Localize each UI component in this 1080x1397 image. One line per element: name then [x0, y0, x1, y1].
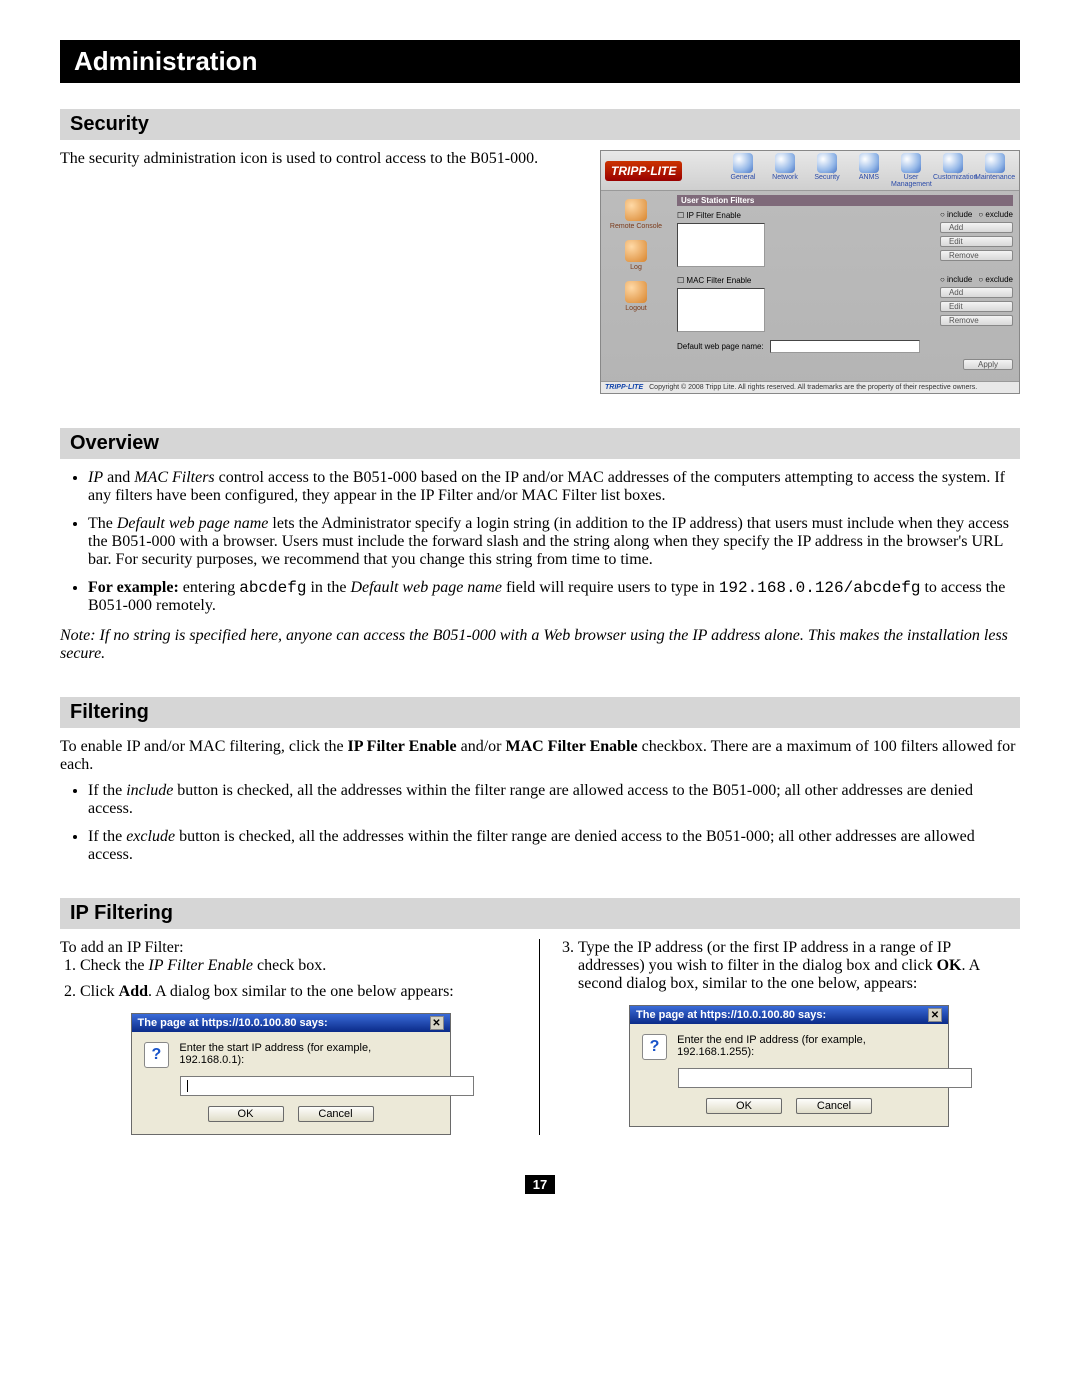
ipfilter-step-3: Type the IP address (or the first IP add… — [578, 939, 1020, 993]
security-row: The security administration icon is used… — [60, 150, 1020, 394]
dialog-end-ip: The page at https://10.0.100.80 says: ✕ … — [629, 1005, 949, 1127]
app-topnav: General Network Security ANMS User Manag… — [723, 153, 1015, 188]
ipfilter-step-2: Click Add. A dialog box similar to the o… — [80, 983, 521, 1001]
filtering-bullet-include: If the include button is checked, all th… — [88, 782, 1020, 818]
app-main: User Station Filters ☐ IP Filter Enable … — [671, 191, 1019, 381]
heading-security: Security — [60, 109, 1020, 140]
mac-filter-block: ☐ MAC Filter Enable ○ include ○ exclude … — [677, 275, 1013, 332]
side-log[interactable]: Log — [603, 240, 669, 271]
admin-screenshot: TRIPP·LITE General Network Security ANMS… — [600, 150, 1020, 394]
mac-include-radio[interactable]: ○ include — [940, 275, 972, 284]
apply-button[interactable]: Apply — [963, 359, 1013, 370]
mac-remove-button[interactable]: Remove — [940, 315, 1013, 326]
mac-add-button[interactable]: Add — [940, 287, 1013, 298]
overview-bullet-1: IP and MAC Filters control access to the… — [88, 469, 1020, 505]
filtering-bullet-exclude: If the exclude button is checked, all th… — [88, 828, 1020, 864]
security-intro-text: The security administration icon is used… — [60, 150, 580, 168]
heading-ip-filtering: IP Filtering — [60, 898, 1020, 929]
filtering-intro: To enable IP and/or MAC filtering, click… — [60, 738, 1020, 774]
dialog-ok-button[interactable]: OK — [208, 1106, 284, 1122]
mac-edit-button[interactable]: Edit — [940, 301, 1013, 312]
dialog-cancel-button[interactable]: Cancel — [298, 1106, 374, 1122]
dialog-close-button[interactable]: ✕ — [430, 1016, 444, 1030]
mac-filter-enable[interactable]: ☐ MAC Filter Enable — [677, 276, 751, 285]
app-sidebar: Remote Console Log Logout — [601, 191, 671, 381]
ip-filter-listbox[interactable] — [677, 223, 765, 267]
app-body: Remote Console Log Logout User Station F… — [601, 191, 1019, 381]
footer-text: Copyright © 2008 Tripp Lite. All rights … — [649, 384, 977, 391]
logout-icon — [625, 281, 647, 303]
nav-security-icon — [817, 153, 837, 173]
overview-bullet-2: The Default web page name lets the Admin… — [88, 515, 1020, 569]
nav-custom[interactable]: Customization — [933, 153, 973, 188]
heading-overview: Overview — [60, 428, 1020, 459]
dialog2-titlebar: The page at https://10.0.100.80 says: ✕ — [630, 1006, 948, 1024]
dialog2-title-text: The page at https://10.0.100.80 says: — [636, 1009, 826, 1021]
dialog-input-end[interactable] — [678, 1068, 972, 1088]
ip-filtering-columns: To add an IP Filter: Check the IP Filter… — [60, 939, 1020, 1135]
ip-filtering-right: Type the IP address (or the first IP add… — [540, 939, 1020, 1135]
nav-custom-icon — [943, 153, 963, 173]
ip-include-radio[interactable]: ○ include — [940, 210, 972, 219]
footer-brand: TRIPP·LITE — [605, 384, 643, 391]
ip-remove-button[interactable]: Remove — [940, 250, 1013, 261]
question-icon: ? — [642, 1034, 667, 1060]
dialog2-ok-button[interactable]: OK — [706, 1098, 782, 1114]
nav-maint-icon — [985, 153, 1005, 173]
ip-edit-button[interactable]: Edit — [940, 236, 1013, 247]
dialog2-cancel-button[interactable]: Cancel — [796, 1098, 872, 1114]
overview-note: Note: If no string is specified here, an… — [60, 627, 1020, 663]
dialog-title-text: The page at https://10.0.100.80 says: — [138, 1017, 328, 1029]
side-logout[interactable]: Logout — [603, 281, 669, 312]
overview-section: IP and MAC Filters control access to the… — [60, 469, 1020, 663]
heading-filtering: Filtering — [60, 697, 1020, 728]
security-intro: The security administration icon is used… — [60, 150, 580, 172]
app-footer: TRIPP·LITE Copyright © 2008 Tripp Lite. … — [601, 381, 1019, 393]
nav-anms[interactable]: ANMS — [849, 153, 889, 188]
ip-filter-enable[interactable]: ☐ IP Filter Enable — [677, 211, 741, 220]
panel-title: User Station Filters — [677, 195, 1013, 206]
side-remote-console[interactable]: Remote Console — [603, 199, 669, 230]
ip-filter-block: ☐ IP Filter Enable ○ include ○ exclude A… — [677, 210, 1013, 267]
dialog-start-ip: The page at https://10.0.100.80 says: ✕ … — [131, 1013, 451, 1135]
app-topbar: TRIPP·LITE General Network Security ANMS… — [601, 151, 1019, 191]
filtering-section: To enable IP and/or MAC filtering, click… — [60, 738, 1020, 864]
dialog-prompt-start: Enter the start IP address (for example,… — [179, 1042, 437, 1066]
dialog-input-start[interactable] — [180, 1076, 474, 1096]
ipfilter-step-1: Check the IP Filter Enable check box. — [80, 957, 521, 975]
mac-exclude-radio[interactable]: ○ exclude — [978, 275, 1013, 284]
nav-network-icon — [775, 153, 795, 173]
page-title: Administration — [74, 46, 257, 76]
ip-exclude-radio[interactable]: ○ exclude — [978, 210, 1013, 219]
default-page-row: Default web page name: — [677, 340, 1013, 353]
brand-logo: TRIPP·LITE — [605, 161, 682, 181]
overview-bullet-3: For example: entering abcdefg in the Def… — [88, 579, 1020, 615]
page-title-bar: Administration — [60, 40, 1020, 83]
nav-anms-icon — [859, 153, 879, 173]
nav-network[interactable]: Network — [765, 153, 805, 188]
ip-filtering-left: To add an IP Filter: Check the IP Filter… — [60, 939, 540, 1135]
log-icon — [625, 240, 647, 262]
dialog2-close-button[interactable]: ✕ — [928, 1008, 942, 1022]
mac-filter-listbox[interactable] — [677, 288, 765, 332]
nav-usermgmt-icon — [901, 153, 921, 173]
dialog-titlebar: The page at https://10.0.100.80 says: ✕ — [132, 1014, 450, 1032]
question-icon: ? — [144, 1042, 170, 1068]
nav-general-icon — [733, 153, 753, 173]
default-page-input[interactable] — [770, 340, 920, 353]
nav-security[interactable]: Security — [807, 153, 847, 188]
default-page-label: Default web page name: — [677, 342, 764, 351]
dialog-prompt-end: Enter the end IP address (for example, 1… — [677, 1034, 936, 1058]
nav-general[interactable]: General — [723, 153, 763, 188]
ip-add-button[interactable]: Add — [940, 222, 1013, 233]
nav-usermgmt[interactable]: User Management — [891, 153, 931, 188]
nav-maint[interactable]: Maintenance — [975, 153, 1015, 188]
ipfilter-left-intro: To add an IP Filter: — [60, 939, 521, 957]
page-number: 17 — [60, 1175, 1020, 1194]
remote-console-icon — [625, 199, 647, 221]
